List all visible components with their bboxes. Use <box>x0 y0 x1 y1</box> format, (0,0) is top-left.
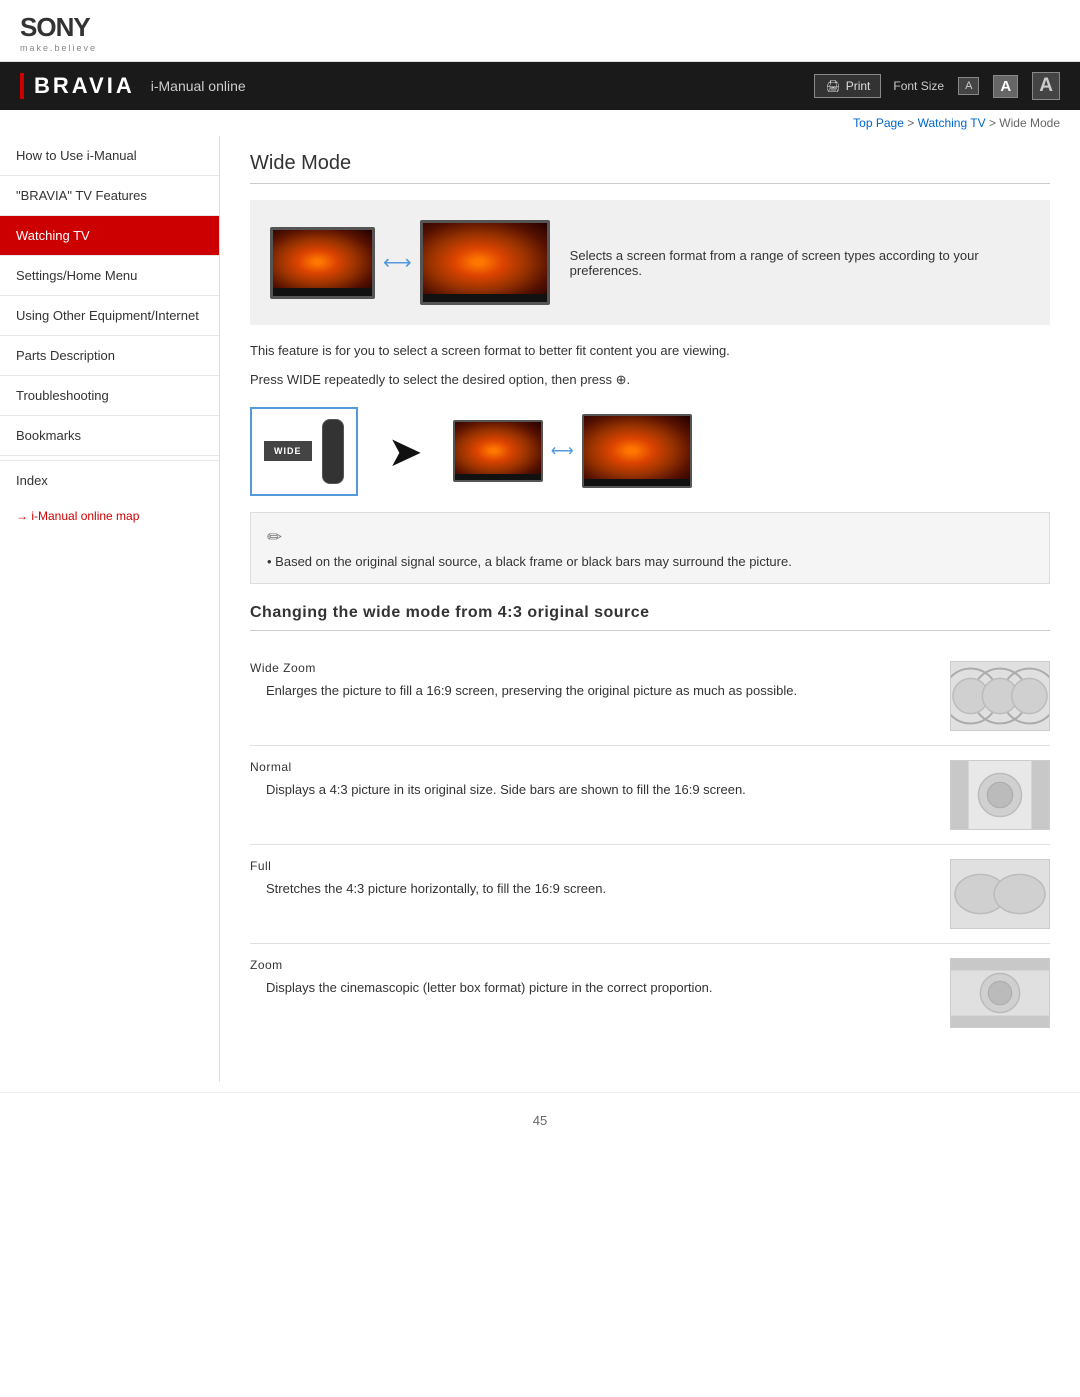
page-title: Wide Mode <box>250 152 1050 184</box>
sidebar-item-bravia-features[interactable]: "BRAVIA" TV Features <box>0 176 219 216</box>
sidebar-item-index[interactable]: Index <box>0 460 219 500</box>
mode-info-full: Full Stretches the 4:3 picture horizonta… <box>250 859 950 899</box>
main-layout: How to Use i-Manual "BRAVIA" TV Features… <box>0 136 1080 1082</box>
arrow-right-icon: ⟷ <box>551 441 574 461</box>
font-small-button[interactable]: A <box>958 77 979 95</box>
sidebar-item-watching-tv[interactable]: Watching TV <box>0 216 219 256</box>
breadcrumb-watching[interactable]: Watching TV <box>918 116 986 130</box>
mode-desc-zoom: Displays the cinemascopic (letter box fo… <box>250 978 950 998</box>
nav-bar-left: BRAVIA i-Manual online <box>20 73 246 99</box>
wide-key-mock: WIDE <box>264 441 312 461</box>
body-text-1: This feature is for you to select a scre… <box>250 341 1050 362</box>
mode-desc-normal: Displays a 4:3 picture in its original s… <box>250 780 950 800</box>
section-header: Changing the wide mode from 4:3 original… <box>250 604 1050 631</box>
mode-name-normal: Normal <box>250 760 950 774</box>
content-area: Wide Mode ⟷ Selects a screen format from… <box>220 136 1080 1082</box>
mode-desc-full: Stretches the 4:3 picture horizontally, … <box>250 879 950 899</box>
sidebar-item-parts[interactable]: Parts Description <box>0 336 219 376</box>
font-size-label: Font Size <box>893 79 944 93</box>
full-svg <box>951 859 1049 929</box>
mode-name-zoom: Zoom <box>250 958 950 972</box>
arrow-forward-icon: ➤ <box>388 427 423 476</box>
mode-row-zoom: Zoom Displays the cinemascopic (letter b… <box>250 944 1050 1042</box>
sidebar-item-using-other[interactable]: Using Other Equipment/Internet <box>0 296 219 336</box>
note-box: ✏ Based on the original signal source, a… <box>250 512 1050 584</box>
mode-image-wide-zoom <box>950 661 1050 731</box>
image-description: Selects a screen format from a range of … <box>570 248 1030 278</box>
sidebar-item-how-to-use[interactable]: How to Use i-Manual <box>0 136 219 176</box>
zoom-svg <box>951 958 1049 1028</box>
mode-info-normal: Normal Displays a 4:3 picture in its ori… <box>250 760 950 800</box>
font-medium-button[interactable]: A <box>993 75 1018 98</box>
note-text: Based on the original signal source, a b… <box>267 554 1033 569</box>
page-number: 45 <box>533 1113 547 1128</box>
normal-svg <box>951 760 1049 830</box>
breadcrumb-current: Wide Mode <box>999 116 1060 130</box>
sidebar-item-settings[interactable]: Settings/Home Menu <box>0 256 219 296</box>
font-large-button[interactable]: A <box>1032 72 1060 100</box>
bravia-logo: BRAVIA <box>20 73 135 99</box>
press-wide-row: WIDE ➤ ⟷ <box>250 407 1050 496</box>
mode-row-wide-zoom: Wide Zoom Enlarges the picture to fill a… <box>250 647 1050 746</box>
body-text-2: Press WIDE repeatedly to select the desi… <box>250 370 1050 391</box>
tv-result-after <box>582 414 692 488</box>
tv-result-before <box>453 420 543 482</box>
tv-after <box>420 220 550 305</box>
wide-zoom-svg <box>951 661 1049 731</box>
print-button[interactable]: 🖨 Print <box>814 74 881 98</box>
nav-bar-right: 🖨 Print Font Size A A A <box>814 72 1060 100</box>
tv-before <box>270 227 375 299</box>
remote-control-mock <box>322 419 344 484</box>
mode-row-full: Full Stretches the 4:3 picture horizonta… <box>250 845 1050 944</box>
breadcrumb-top[interactable]: Top Page <box>853 116 904 130</box>
mode-desc-wide-zoom: Enlarges the picture to fill a 16:9 scre… <box>250 681 950 701</box>
print-icon: 🖨 <box>825 79 840 93</box>
nav-title: i-Manual online <box>151 78 246 94</box>
tv-result-pair: ⟷ <box>453 414 692 488</box>
breadcrumb: Top Page > Watching TV > Wide Mode <box>0 110 1080 136</box>
mode-image-full <box>950 859 1050 929</box>
sidebar: How to Use i-Manual "BRAVIA" TV Features… <box>0 136 220 1082</box>
wide-button-group: WIDE <box>250 407 358 496</box>
mode-name-full: Full <box>250 859 950 873</box>
mode-name-wide-zoom: Wide Zoom <box>250 661 950 675</box>
page-footer: 45 <box>0 1092 1080 1148</box>
map-link-anchor[interactable]: i-Manual online map <box>16 509 139 523</box>
mode-image-zoom <box>950 958 1050 1028</box>
wide-mode-image-section: ⟷ Selects a screen format from a range o… <box>250 200 1050 325</box>
top-header: SONY make.believe <box>0 0 1080 62</box>
mode-image-normal <box>950 760 1050 830</box>
mode-info-wide-zoom: Wide Zoom Enlarges the picture to fill a… <box>250 661 950 701</box>
note-icon: ✏ <box>267 527 1033 548</box>
sony-tagline: make.believe <box>20 43 1060 53</box>
sidebar-item-bookmarks[interactable]: Bookmarks <box>0 416 219 456</box>
arrow-left-right-icon: ⟷ <box>383 250 412 275</box>
nav-bar: BRAVIA i-Manual online 🖨 Print Font Size… <box>0 62 1080 110</box>
tv-image-pair: ⟷ <box>270 220 550 305</box>
sidebar-item-troubleshooting[interactable]: Troubleshooting <box>0 376 219 416</box>
sony-logo: SONY <box>20 12 1060 43</box>
mode-row-normal: Normal Displays a 4:3 picture in its ori… <box>250 746 1050 845</box>
sidebar-map-link[interactable]: i-Manual online map <box>0 500 219 531</box>
mode-info-zoom: Zoom Displays the cinemascopic (letter b… <box>250 958 950 998</box>
